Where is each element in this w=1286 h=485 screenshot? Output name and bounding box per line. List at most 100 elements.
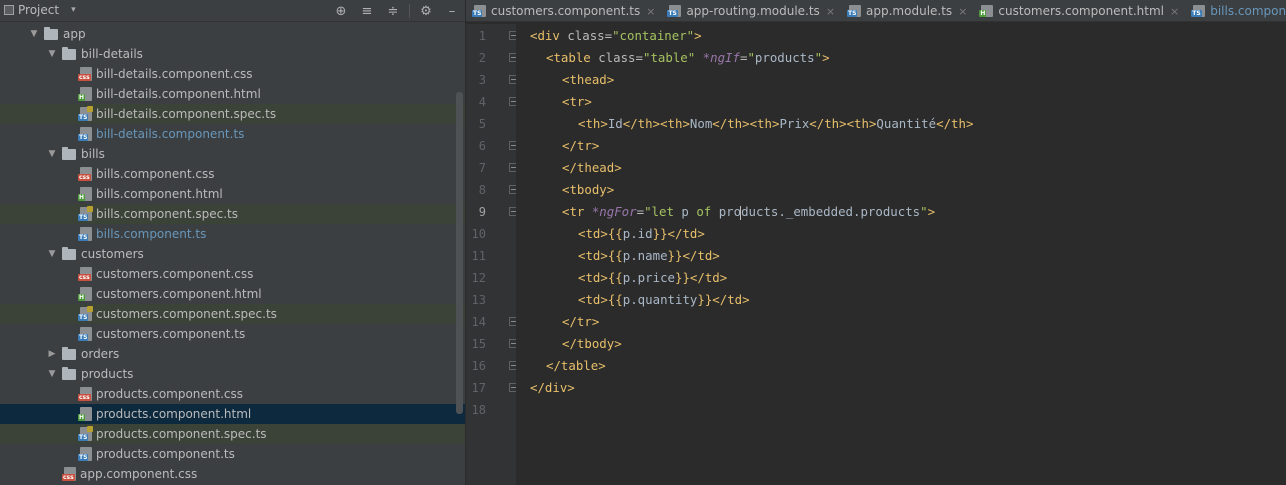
tree-file[interactable]: TS customers.component.ts: [0, 324, 465, 344]
close-icon[interactable]: ×: [1170, 5, 1179, 18]
code-token: *ngFor: [591, 204, 637, 219]
tree-file[interactable]: TS bills.component.spec.ts: [0, 204, 465, 224]
code-line[interactable]: <div class="container">: [516, 25, 1286, 47]
code-line[interactable]: <td>{{p.quantity}}</td>: [516, 289, 1286, 311]
editor-tab[interactable]: Hcustomers.component.html ×: [973, 0, 1185, 21]
tree-folder-app[interactable]: ▼ app: [0, 24, 465, 44]
locate-icon[interactable]: ⊕: [328, 0, 354, 22]
code-token: <th>: [578, 116, 608, 131]
chevron-down-icon[interactable]: ▼: [46, 149, 58, 159]
tree-folder-customers[interactable]: ▼ customers: [0, 244, 465, 264]
code-token: >: [694, 28, 702, 43]
chevron-down-icon[interactable]: ▼: [46, 369, 58, 379]
chevron-down-icon[interactable]: ▼: [46, 49, 58, 59]
chevron-right-icon[interactable]: ▶: [46, 349, 58, 359]
tree-file[interactable]: TS bills.component.ts: [0, 224, 465, 244]
close-icon[interactable]: ×: [646, 5, 655, 18]
line-number: 17: [471, 381, 486, 395]
chevron-down-icon[interactable]: ▼: [28, 29, 40, 39]
editor-tab[interactable]: TS app.module.ts ×: [841, 0, 973, 21]
ts-file-tag: TS: [78, 334, 89, 341]
code-line[interactable]: </tr>: [516, 311, 1286, 333]
line-number: 8: [478, 183, 486, 197]
code-line[interactable]: <thead>: [516, 69, 1286, 91]
minimize-icon[interactable]: –: [439, 0, 465, 22]
tree-item-label: app: [63, 27, 86, 41]
tree-scrollbar-thumb[interactable]: [456, 92, 463, 414]
tree-item-label: bills.component.spec.ts: [96, 207, 239, 221]
code-line[interactable]: <tbody>: [516, 179, 1286, 201]
html-file-tag: H: [979, 10, 987, 17]
tree-item-label: customers.component.ts: [96, 327, 246, 341]
tree-folder-bill-details[interactable]: ▼ bill-details: [0, 44, 465, 64]
code-token: *ngIf: [702, 50, 740, 65]
code-line[interactable]: <table class="table" *ngIf="products">: [516, 47, 1286, 69]
code-line[interactable]: [516, 399, 1286, 421]
close-icon[interactable]: ×: [826, 5, 835, 18]
tree-folder-orders[interactable]: ▶ orders: [0, 344, 465, 364]
expand-all-icon[interactable]: ≑: [380, 0, 406, 22]
close-icon[interactable]: ×: [958, 5, 967, 18]
chevron-down-icon[interactable]: ▾: [71, 5, 76, 15]
css-file-icon: css: [62, 467, 76, 481]
tree-file[interactable]: Hproducts.component.html: [0, 404, 465, 424]
spec-file-tag: TS: [78, 314, 89, 321]
project-view-selector[interactable]: Project ▾: [4, 3, 76, 17]
tree-file[interactable]: TS products.component.ts: [0, 444, 465, 464]
code-line[interactable]: </tr>: [516, 135, 1286, 157]
code-line[interactable]: <tr *ngFor="let p of products._embedded.…: [516, 201, 1286, 223]
css-file-tag: css: [78, 274, 91, 281]
chevron-down-icon[interactable]: ▼: [46, 249, 58, 259]
code-token: </tbody>: [562, 336, 622, 351]
html-file-icon: H: [78, 287, 92, 301]
spec-file-tag: TS: [78, 434, 89, 441]
code-line[interactable]: <td>{{p.id}}</td>: [516, 223, 1286, 245]
tree-item-label: products.component.ts: [96, 447, 235, 461]
tree-file[interactable]: Hbill-details.component.html: [0, 84, 465, 104]
code-token: }}: [674, 270, 690, 285]
code-line[interactable]: <td>{{p.price}}</td>: [516, 267, 1286, 289]
tree-file[interactable]: TS bill-details.component.spec.ts: [0, 104, 465, 124]
gear-icon[interactable]: ⚙: [413, 0, 439, 22]
tree-item-label: bills: [81, 147, 105, 161]
tree-file[interactable]: css app.component.css: [0, 464, 465, 484]
code-line[interactable]: </tbody>: [516, 333, 1286, 355]
tree-file[interactable]: TS bill-details.component.ts: [0, 124, 465, 144]
line-number: 1: [478, 29, 486, 43]
code-line[interactable]: <tr>: [516, 91, 1286, 113]
tree-folder-bills[interactable]: ▼ bills: [0, 144, 465, 164]
ts-file-icon: TS: [78, 447, 92, 461]
tab-label: app-routing.module.ts: [686, 4, 820, 18]
code-token: p: [681, 204, 697, 219]
tree-folder-products[interactable]: ▼ products: [0, 364, 465, 384]
tree-file[interactable]: TS customers.component.spec.ts: [0, 304, 465, 324]
code-token: <table: [546, 50, 599, 65]
code-token: p.id: [622, 226, 653, 241]
tree-file[interactable]: Hbills.component.html: [0, 184, 465, 204]
tree-file[interactable]: TS products.component.spec.ts: [0, 424, 465, 444]
tree-file[interactable]: css customers.component.css: [0, 264, 465, 284]
css-file-icon: css: [78, 67, 92, 81]
code-line[interactable]: <th>Id</th><th>Nom</th><th>Prix</th><th>…: [516, 113, 1286, 135]
code-line[interactable]: </thead>: [516, 157, 1286, 179]
spec-file-tag: TS: [78, 114, 89, 121]
tree-file[interactable]: css products.component.css: [0, 384, 465, 404]
code-line[interactable]: <td>{{p.name}}</td>: [516, 245, 1286, 267]
tree-file[interactable]: Hcustomers.component.html: [0, 284, 465, 304]
code-line[interactable]: </table>: [516, 355, 1286, 377]
tree-item-label: products.component.css: [96, 387, 244, 401]
code-token: </th><th>: [809, 116, 877, 131]
code-token: {{: [607, 248, 623, 263]
editor-tab[interactable]: TS customers.component.ts ×: [466, 0, 661, 21]
tree-file[interactable]: css bills.component.css: [0, 164, 465, 184]
editor-tab[interactable]: TSbills.component.ts×: [1185, 0, 1286, 21]
collapse-all-icon[interactable]: ≡: [354, 0, 380, 22]
editor-tab[interactable]: TS app-routing.module.ts ×: [661, 0, 841, 21]
code-line[interactable]: </div>: [516, 377, 1286, 399]
code-editor[interactable]: <div class="container"> <table class="tab…: [516, 24, 1286, 485]
html-file-icon: H: [78, 187, 92, 201]
ts-file-tag: TS: [667, 10, 678, 17]
tree-file[interactable]: css bill-details.component.css: [0, 64, 465, 84]
code-token: <td>: [578, 226, 608, 241]
code-token: </td>: [667, 226, 705, 241]
